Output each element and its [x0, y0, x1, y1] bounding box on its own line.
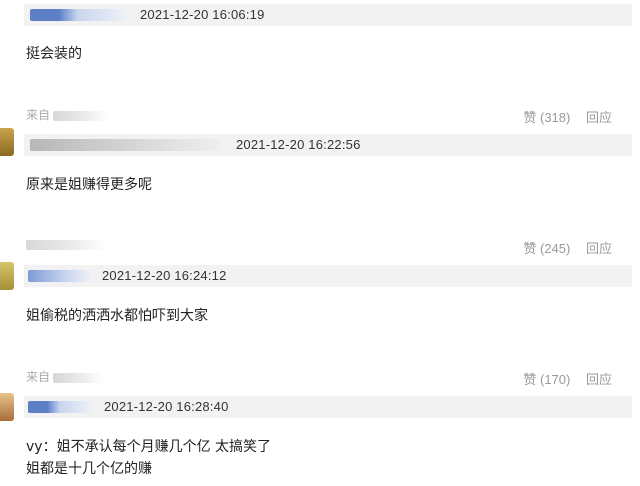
source-prefix: 来自	[26, 370, 51, 384]
comment-actions: 赞 (318) 回应	[523, 107, 612, 126]
comment-header: 2021-12-20 16:28:40	[24, 396, 632, 418]
source-name-blurred	[26, 239, 106, 250]
comment-text: 原来是姐赚得更多呢	[26, 177, 152, 193]
reply-button[interactable]: 回应	[586, 238, 612, 257]
source-name-blurred	[53, 372, 104, 383]
avatar[interactable]	[0, 262, 14, 290]
like-button[interactable]: 赞 (318)	[523, 107, 570, 126]
avatar[interactable]	[0, 393, 14, 421]
like-button[interactable]: 赞 (245)	[523, 238, 570, 257]
reply-button[interactable]: 回应	[586, 369, 612, 388]
username-blurred[interactable]	[30, 139, 220, 151]
comment-timestamp: 2021-12-20 16:06:19	[140, 7, 265, 22]
comment-text-line-2: 姐都是十几个亿的赚	[26, 461, 152, 477]
comment-header: 2021-12-20 16:24:12	[24, 265, 632, 287]
comment-header: 2021-12-20 16:22:56	[24, 134, 632, 156]
comment-text-line-1: vy：姐不承认每个月赚几个亿 太搞笑了	[26, 439, 272, 455]
comment-timestamp: 2021-12-20 16:28:40	[104, 399, 229, 414]
username-blurred[interactable]	[28, 270, 90, 282]
comment-source: 来自	[26, 368, 104, 385]
source-name-blurred	[53, 110, 110, 121]
comment-actions: 赞 (245) 回应	[523, 238, 612, 257]
comment-text: 挺会装的	[26, 46, 82, 62]
reply-button[interactable]: 回应	[586, 107, 612, 126]
comment-actions: 赞 (170) 回应	[523, 369, 612, 388]
avatar[interactable]	[0, 128, 14, 156]
comment-timestamp: 2021-12-20 16:24:12	[102, 268, 227, 283]
comment-text: 姐偷税的洒洒水都怕吓到大家	[26, 308, 208, 324]
comment-source: 来自	[26, 106, 110, 123]
source-prefix: 来自	[26, 108, 51, 122]
comment-header: 2021-12-20 16:06:19	[24, 4, 632, 26]
like-button[interactable]: 赞 (170)	[523, 369, 570, 388]
username-blurred[interactable]	[30, 9, 126, 21]
comment-source	[26, 237, 106, 251]
comment-timestamp: 2021-12-20 16:22:56	[236, 137, 361, 152]
username-blurred[interactable]	[28, 401, 92, 413]
